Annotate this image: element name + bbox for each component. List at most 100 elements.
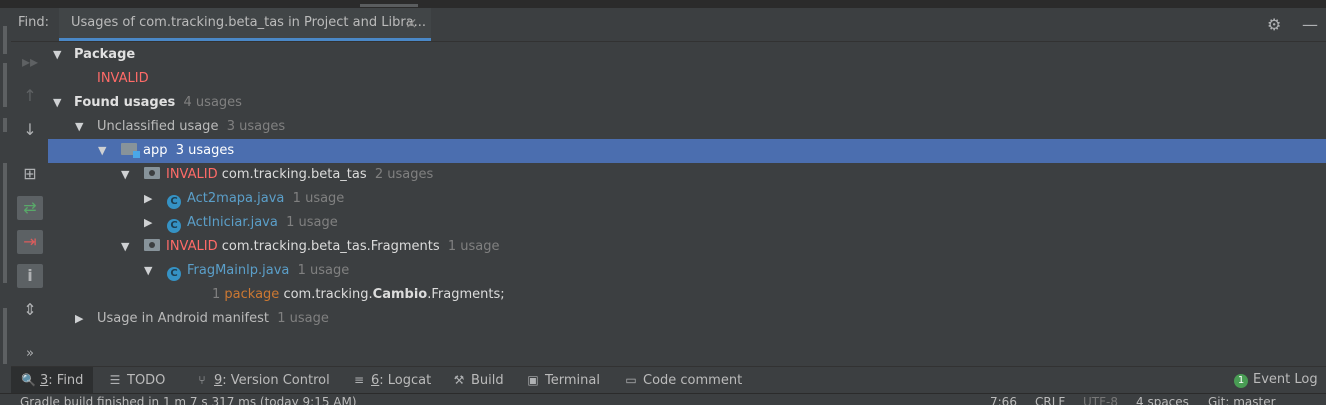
tree-row-package-beta-tas[interactable]: ▼ INVALID com.tracking.beta_tas 2 usages	[48, 163, 1326, 187]
next-occurrence-icon[interactable]: ↓	[17, 118, 43, 142]
java-class-icon: C	[167, 219, 181, 233]
tab-terminal[interactable]: ▣ Terminal	[526, 367, 600, 393]
tab-event-log[interactable]: 1 Event Log	[1234, 367, 1318, 393]
tree-row-manifest[interactable]: ▶ Usage in Android manifest 1 usage	[48, 307, 1326, 331]
collapse-arrow-icon[interactable]: ▼	[98, 139, 112, 163]
tab-event-log-label: Event Log	[1253, 372, 1318, 387]
tab-version-control[interactable]: ⑂ 9: Version Control	[195, 367, 330, 393]
tab-build-label: Build	[471, 373, 504, 388]
tree-row-file-act2mapa[interactable]: ▶ C Act2mapa.java 1 usage	[48, 187, 1326, 211]
usages-tree[interactable]: ▼ Package INVALID ▼ Found usages 4 usage…	[48, 42, 1326, 366]
line-number: 1	[212, 287, 221, 302]
collapse-arrow-icon[interactable]: ▼	[53, 43, 67, 67]
expand-arrow-icon[interactable]: ▶	[144, 211, 158, 235]
app-count: 3 usages	[175, 143, 235, 158]
comment-icon: ▭	[625, 373, 637, 387]
collapse-arrow-icon[interactable]: ▼	[121, 163, 135, 187]
file-name[interactable]: ActIniciar.java	[187, 215, 278, 230]
tree-row-invalid-package[interactable]: INVALID	[48, 67, 1326, 91]
module-folder-icon	[121, 143, 140, 158]
java-class-icon: C	[167, 267, 181, 281]
collapse-arrow-icon[interactable]: ▼	[53, 91, 67, 115]
found-usages-count: 4 usages	[183, 95, 242, 110]
invalid-label: INVALID	[97, 71, 149, 86]
info-icon[interactable]: i	[17, 264, 43, 288]
editor-tab-strip	[0, 0, 1326, 8]
expand-arrow-icon[interactable]: ▶	[144, 187, 158, 211]
tool-window-bar: 🔍 3: Find ☰ TODO ⑂ 9: Version Control ≡ 6: L…	[11, 366, 1326, 393]
package-heading: Package	[74, 47, 136, 62]
file-usage-count: 1 usage	[286, 215, 338, 230]
tab-build[interactable]: ⚒ Build	[452, 367, 504, 393]
more-icon[interactable]: »	[17, 342, 43, 366]
file-usage-count: 1 usage	[292, 191, 345, 206]
tab-vc-label: : Version Control	[222, 373, 330, 388]
found-usages-label: Found usages	[74, 95, 176, 110]
logcat-icon: ≡	[353, 373, 365, 387]
navigate-with-single-click-icon[interactable]: ⇄	[17, 196, 43, 220]
scroll-indicator	[360, 4, 418, 7]
collapse-arrow-icon[interactable]: ▼	[121, 235, 135, 259]
code-text: com.tracking.	[283, 287, 373, 302]
tab-code-comment[interactable]: ▭ Code comment	[624, 367, 742, 393]
package-folder-icon	[144, 167, 160, 179]
tree-row-unclassified[interactable]: ▼ Unclassified usage 3 usages	[48, 115, 1326, 139]
active-tab-underline	[59, 38, 431, 41]
find-label: Find:	[18, 15, 50, 30]
event-count-badge: 1	[1234, 374, 1248, 388]
java-class-icon: C	[167, 195, 181, 209]
tree-row-code-usage[interactable]: 1 package com.tracking.Cambio.Fragments;	[48, 283, 1326, 307]
package-name: com.tracking.beta_tas	[221, 167, 367, 182]
file-name[interactable]: Act2mapa.java	[187, 191, 284, 206]
collapse-all-icon[interactable]: ⇕	[17, 298, 43, 322]
unclassified-label: Unclassified usage	[97, 119, 219, 134]
tree-row-found-usages[interactable]: ▼ Found usages 4 usages	[48, 91, 1326, 115]
list-icon: ☰	[109, 373, 121, 387]
hammer-icon: ⚒	[453, 373, 465, 387]
package-folder-icon	[144, 239, 160, 251]
tab-terminal-label: Terminal	[545, 373, 600, 388]
invalid-label: INVALID	[166, 239, 218, 254]
code-text: .Fragments;	[427, 287, 505, 302]
expand-all-icon[interactable]: ▸▸	[17, 50, 43, 74]
search-icon: 🔍	[21, 373, 36, 387]
previous-occurrence-icon[interactable]: ↑	[17, 84, 43, 108]
exclude-icon[interactable]: ⇥	[17, 230, 43, 254]
group-by-icon[interactable]: ⊞	[17, 162, 43, 186]
code-match-highlight: Cambio	[372, 287, 428, 302]
status-bar: Gradle build finished in 1 m 7 s 317 ms …	[0, 393, 1326, 405]
tab-find[interactable]: 🔍 3: Find	[11, 367, 93, 393]
branch-icon: ⑂	[198, 373, 206, 387]
expand-arrow-icon[interactable]: ▶	[75, 307, 89, 331]
tree-row-app[interactable]: ▼ app 3 usages	[48, 139, 1326, 163]
manifest-label: Usage in Android manifest	[97, 311, 269, 326]
tab-code-comment-label: Code comment	[643, 373, 743, 388]
manifest-count: 1 usage	[277, 311, 329, 326]
minimize-icon[interactable]: —	[1302, 15, 1318, 34]
code-keyword: package	[224, 287, 280, 302]
file-usage-count: 1 usage	[297, 263, 350, 278]
tree-row-file-actiniciar[interactable]: ▶ C ActIniciar.java 1 usage	[48, 211, 1326, 235]
terminal-icon: ▣	[527, 373, 539, 387]
tab-usages[interactable]: Usages of com.tracking.beta_tas in Proje…	[59, 8, 431, 41]
invalid-label: INVALID	[166, 167, 218, 182]
find-toolbar: ▸▸ ↑ ↓ ⊞ ⇄ ⇥ i ⇕ »	[11, 42, 49, 366]
tab-logcat[interactable]: ≡ 6: Logcat	[352, 367, 431, 393]
tree-row-file-fragmainlp[interactable]: ▼ C FragMainlp.java 1 usage	[48, 259, 1326, 283]
tree-row-package-fragments[interactable]: ▼ INVALID com.tracking.beta_tas.Fragment…	[48, 235, 1326, 259]
find-panel-header: Find: Usages of com.tracking.beta_tas in…	[11, 8, 1326, 42]
tree-row-package[interactable]: ▼ Package	[48, 43, 1326, 67]
unclassified-count: 3 usages	[226, 119, 286, 134]
package-usage-count: 2 usages	[374, 167, 434, 182]
collapse-arrow-icon[interactable]: ▼	[75, 115, 89, 139]
app-label: app	[143, 143, 168, 158]
collapse-arrow-icon[interactable]: ▼	[144, 259, 158, 283]
tab-todo[interactable]: ☰ TODO	[108, 367, 166, 393]
close-icon[interactable]: ×	[405, 14, 418, 32]
package-usage-count: 1 usage	[447, 239, 500, 254]
tab-usages-title: Usages of com.tracking.beta_tas in Proje…	[71, 15, 427, 30]
package-name: com.tracking.beta_tas.Fragments	[221, 239, 440, 254]
tab-find-label: : Find	[48, 373, 84, 388]
file-name[interactable]: FragMainlp.java	[187, 263, 289, 278]
gear-icon[interactable]: ⚙	[1267, 15, 1281, 34]
